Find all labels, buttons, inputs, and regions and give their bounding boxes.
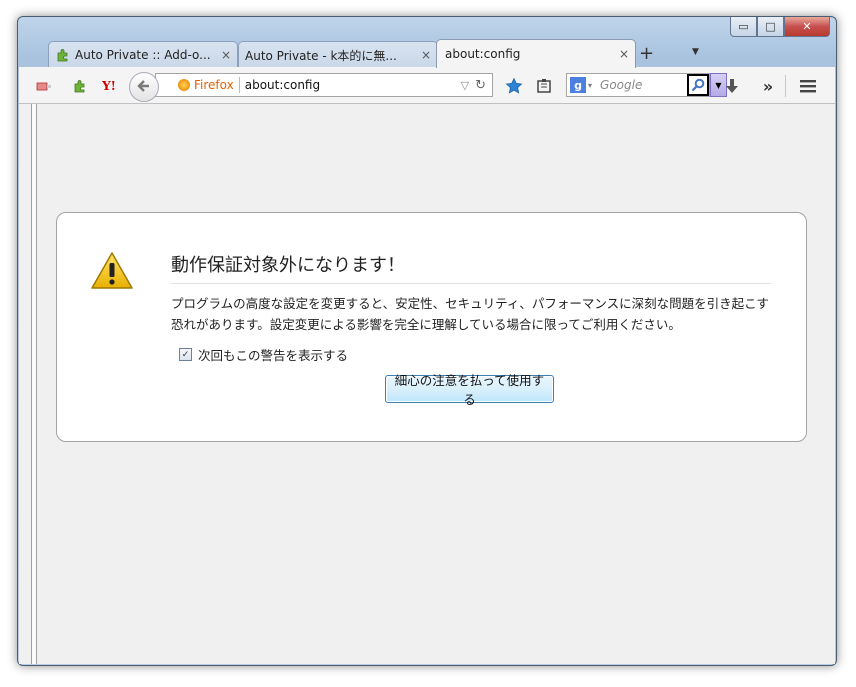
tab-close-icon[interactable]: × (619, 47, 629, 61)
tab-bar: Auto Private :: Add-o... × Auto Private … (22, 37, 832, 68)
warning-message: プログラムの高度な設定を変更すると、安定性、セキュリティ、パフォーマンスに深刻な… (171, 296, 769, 332)
navigation-toolbar: Y! Firefox about:config ▽ ↻ g ▾ Google ▼… (19, 67, 835, 104)
content-border (31, 104, 37, 664)
firefox-icon (178, 79, 190, 91)
search-input[interactable]: Google (600, 78, 687, 92)
yahoo-icon[interactable]: Y! (100, 77, 118, 95)
maximize-button[interactable]: □ (757, 17, 784, 37)
history-dropdown-icon[interactable]: ▽ (461, 79, 469, 92)
minimize-button[interactable]: ▭ (730, 17, 757, 37)
menu-hamburger-icon[interactable] (799, 77, 817, 95)
tab-close-icon[interactable]: × (221, 48, 231, 62)
overflow-chevron-icon[interactable]: » (759, 77, 777, 96)
warning-title: 動作保証対象外になります！ (171, 251, 771, 284)
url-bar[interactable]: Firefox about:config ▽ ↻ (155, 73, 493, 97)
search-bar[interactable]: g ▾ Google (566, 73, 710, 97)
engine-dropdown-icon[interactable]: ▾ (588, 81, 592, 90)
tab-close-icon[interactable]: × (421, 48, 431, 62)
bookmark-star-icon[interactable] (505, 77, 523, 95)
warning-box: 動作保証対象外になります！ プログラムの高度な設定を変更すると、安定性、セキュリ… (56, 212, 807, 442)
window-controls: ▭ □ ✕ (730, 17, 830, 37)
page-content: 動作保証対象外になります！ プログラムの高度な設定を変更すると、安定性、セキュリ… (19, 104, 835, 664)
accept-risk-button[interactable]: 細心の注意を払って使用する (385, 373, 554, 407)
tab-auto-private[interactable]: Auto Private - k本的に無... × (238, 41, 438, 68)
search-engine-icon[interactable]: g (570, 77, 586, 93)
warning-icon (90, 251, 134, 295)
download-icon[interactable] (723, 77, 741, 95)
tab-label: Auto Private - k本的に無... (245, 48, 397, 63)
url-text[interactable]: about:config (245, 78, 461, 92)
list-all-tabs-button[interactable]: ▼ (692, 47, 699, 57)
checkbox-label: 次回もこの警告を表示する (198, 348, 349, 363)
new-tab-button[interactable]: + (639, 43, 654, 64)
reload-icon[interactable]: ↻ (475, 78, 486, 93)
tab-label: Auto Private :: Add-o... (75, 48, 211, 62)
back-button[interactable] (129, 72, 159, 102)
search-go-button[interactable] (687, 74, 709, 96)
back-arrow-icon (137, 78, 151, 97)
magnifier-icon (691, 78, 705, 92)
bookmarks-menu-icon[interactable] (535, 77, 553, 95)
checkbox-check-icon[interactable]: ✓ (179, 348, 192, 361)
show-warning-checkbox[interactable]: ✓ 次回もこの警告を表示する (179, 345, 348, 364)
site-identity[interactable]: Firefox (156, 78, 234, 92)
tab-about-config[interactable]: about:config × (436, 39, 636, 68)
puzzle-icon (55, 47, 71, 63)
browser-window: ▭ □ ✕ Auto Private :: Add-o... × Auto Pr… (17, 16, 837, 666)
tab-addon[interactable]: Auto Private :: Add-o... × (48, 41, 238, 68)
privacy-icon[interactable] (35, 77, 53, 95)
close-window-button[interactable]: ✕ (784, 17, 830, 37)
tab-label: about:config (445, 47, 521, 61)
addons-puzzle-icon[interactable] (71, 77, 89, 95)
